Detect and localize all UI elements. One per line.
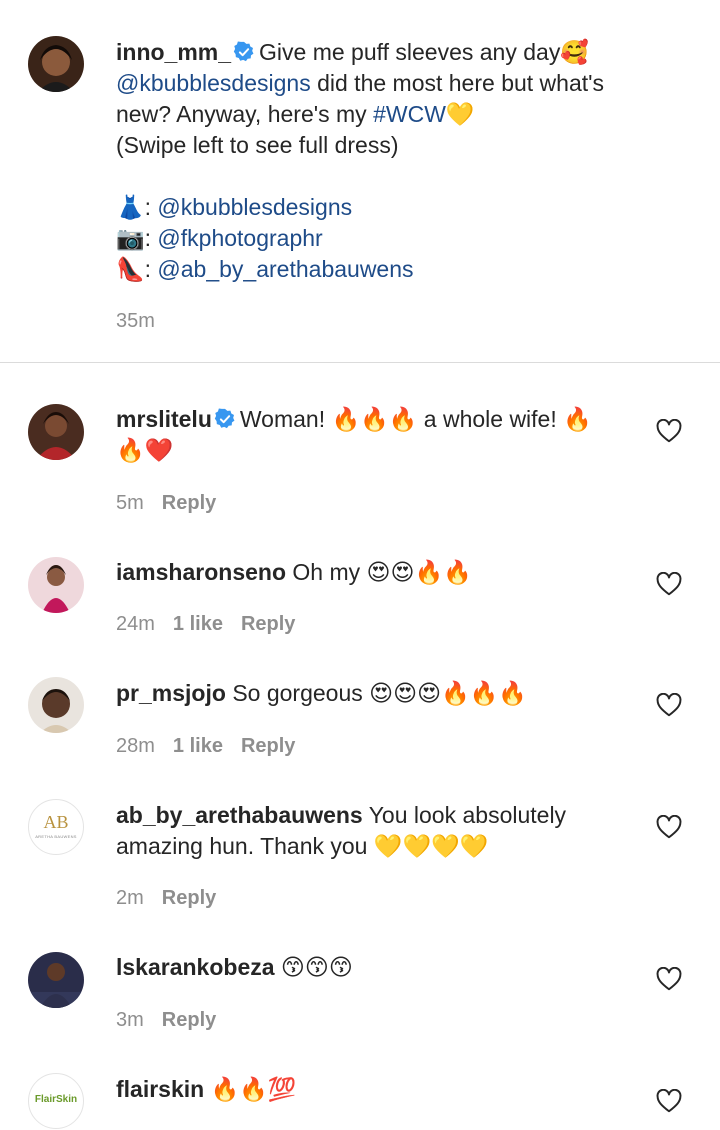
- reply-button[interactable]: Reply: [241, 735, 295, 757]
- heart-icon[interactable]: [656, 419, 682, 443]
- comment-meta: 28m 1 like Reply: [116, 735, 313, 758]
- comment-body: Oh my 😍😍🔥🔥: [292, 559, 472, 585]
- caption-meta: 35m: [116, 310, 173, 333]
- caption-text: inno_mm_ Give me puff sleeves any day🥰 @k…: [116, 39, 605, 282]
- credit-shoe-link[interactable]: @ab_by_arethabauwens: [157, 256, 413, 282]
- caption-username[interactable]: inno_mm_: [116, 39, 231, 65]
- avatar-lskarankobeza[interactable]: [28, 952, 84, 1008]
- comment-meta: 5m Reply: [116, 492, 234, 515]
- comment-username[interactable]: flairskin: [116, 1076, 204, 1102]
- comment-time: 3m: [116, 1009, 144, 1031]
- avatar-logo-subtext: ARETHA BAUWENS: [35, 834, 77, 839]
- caption-line-2: did the most here but what's: [310, 70, 605, 96]
- comment-username[interactable]: lskarankobeza: [116, 954, 275, 980]
- reply-button[interactable]: Reply: [162, 887, 216, 909]
- divider: [0, 362, 720, 363]
- comment-meta: 24m 1 like Reply: [116, 613, 313, 636]
- avatar-flairskin[interactable]: FlairSkin: [28, 1073, 84, 1129]
- comment-meta: 3m Reply: [116, 1009, 234, 1032]
- heart-icon[interactable]: [656, 572, 682, 596]
- avatar-logo-text: AB: [43, 812, 69, 832]
- caption-line-4: (Swipe left to see full dress): [116, 132, 399, 158]
- caption-hashtag[interactable]: #WCW: [373, 101, 446, 127]
- caption-line-3: new? Anyway, here's my: [116, 101, 374, 127]
- comment-body-cont: amazing hun. Thank you 💛💛💛💛: [116, 833, 489, 859]
- dress-emoji: 👗: [116, 194, 145, 220]
- comment-time: 2m: [116, 887, 144, 909]
- like-count[interactable]: 1 like: [173, 613, 223, 635]
- comment-username[interactable]: iamsharonseno: [116, 559, 286, 585]
- caption-time: 35m: [116, 310, 155, 332]
- comment-body-cont: 🔥❤️: [116, 437, 174, 463]
- heart-icon[interactable]: [656, 693, 682, 717]
- comment-body: 🔥🔥💯: [210, 1076, 297, 1102]
- comment-body: 😙😙😙: [280, 954, 353, 980]
- comment-username[interactable]: mrslitelu: [116, 406, 212, 432]
- heart-icon[interactable]: [656, 1089, 682, 1113]
- like-count[interactable]: 1 like: [173, 735, 223, 757]
- verified-badge-icon: [214, 408, 235, 429]
- comment-username[interactable]: ab_by_arethabauwens: [116, 802, 363, 828]
- comment-text: flairskin 🔥🔥💯: [116, 1074, 636, 1105]
- post-caption: inno_mm_ Give me puff sleeves any day🥰 @k…: [0, 0, 720, 362]
- comment-text: iamsharonseno Oh my 😍😍🔥🔥: [116, 557, 636, 588]
- comment-body: Woman! 🔥🔥🔥 a whole wife! 🔥: [239, 406, 592, 432]
- comment-text: ab_by_arethabauwens You look absolutely …: [116, 800, 636, 862]
- comment-body: So gorgeous 😍😍😍🔥🔥🔥: [232, 680, 527, 706]
- caption-line-1: Give me puff sleeves any day🥰: [259, 39, 589, 65]
- reply-button[interactable]: Reply: [162, 1009, 216, 1031]
- avatar-logo-text: FlairSkin: [34, 1094, 78, 1105]
- comment-time: 28m: [116, 735, 155, 757]
- reply-button[interactable]: Reply: [241, 613, 295, 635]
- avatar-ab-by-arethabauwens[interactable]: AB ARETHA BAUWENS: [28, 799, 84, 855]
- credit-camera-link[interactable]: @fkphotographr: [157, 225, 322, 251]
- reply-button[interactable]: Reply: [162, 492, 216, 514]
- comment-text: lskarankobeza 😙😙😙: [116, 952, 636, 983]
- comment-text: mrslitelu Woman! 🔥🔥🔥 a whole wife! 🔥 🔥❤️: [116, 404, 636, 466]
- comment-time: 24m: [116, 613, 155, 635]
- credit-dress-link[interactable]: @kbubblesdesigns: [157, 194, 352, 220]
- comment-time: 5m: [116, 492, 144, 514]
- avatar-pr-msjojo[interactable]: [28, 677, 84, 733]
- comment-text: pr_msjojo So gorgeous 😍😍😍🔥🔥🔥: [116, 678, 636, 709]
- comment-meta: 2m Reply: [116, 887, 234, 910]
- heart-icon[interactable]: [656, 815, 682, 839]
- comment-username[interactable]: pr_msjojo: [116, 680, 226, 706]
- shoe-emoji: 👠: [116, 256, 145, 282]
- avatar-iamsharonseno[interactable]: [28, 557, 84, 613]
- avatar-inno-mm[interactable]: [28, 36, 84, 92]
- avatar-mrslitelu[interactable]: [28, 404, 84, 460]
- camera-emoji: 📷: [116, 225, 145, 251]
- caption-hashtag-emoji: 💛: [445, 101, 475, 127]
- verified-badge-icon: [233, 41, 254, 62]
- comment-body: You look absolutely: [368, 802, 567, 828]
- heart-icon[interactable]: [656, 967, 682, 991]
- caption-mention-1[interactable]: @kbubblesdesigns: [116, 70, 311, 96]
